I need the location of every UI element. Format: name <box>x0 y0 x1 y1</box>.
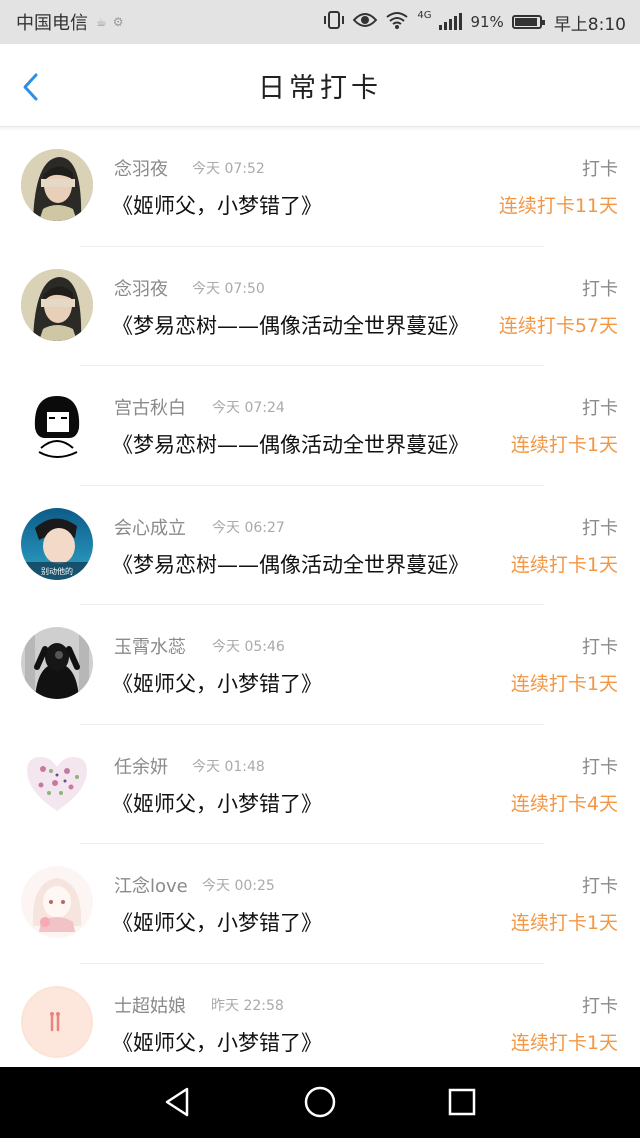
checkin-list-item[interactable]: 玉霄水蕊 今天 05:46 《姬师父，小梦错了》 打卡连续打卡1天 <box>0 605 640 725</box>
checkin-time: 昨天 22:58 <box>211 997 284 1014</box>
checkin-time: 今天 01:48 <box>192 758 265 775</box>
checkin-label: 打卡 <box>582 159 618 180</box>
avatar[interactable] <box>21 985 93 1058</box>
user-name[interactable]: 宫古秋白 <box>114 394 186 420</box>
page-title: 日常打卡 <box>258 72 382 104</box>
triangle-back-icon <box>165 1087 189 1117</box>
checkin-label: 打卡 <box>582 398 618 419</box>
checkin-time: 今天 07:50 <box>192 280 265 297</box>
book-title[interactable]: 《姬师父，小梦错了》 <box>112 1027 322 1057</box>
book-title[interactable]: 《姬师父，小梦错了》 <box>112 788 322 818</box>
user-name[interactable]: 江念love <box>114 872 188 898</box>
avatar-image <box>21 985 93 1058</box>
square-recents-icon <box>448 1088 476 1116</box>
streak-badge: 连续打卡1天 <box>510 673 618 695</box>
book-title[interactable]: 《姬师父，小梦错了》 <box>112 190 322 220</box>
checkin-list-item[interactable]: 念羽夜 今天 07:50 《梦易恋树——偶像活动全世界蔓延》 打卡连续打卡57天 <box>0 247 640 366</box>
checkin-label: 打卡 <box>582 278 618 300</box>
carrier-name: 中国电信 <box>16 13 88 34</box>
checkin-time: 今天 00:25 <box>202 878 275 894</box>
checkin-list-item[interactable]: 士超姑娘 昨天 22:58 《姬师父，小梦错了》 打卡连续打卡1天 <box>0 964 640 1068</box>
book-title[interactable]: 《梦易恋树——偶像活动全世界蔓延》 <box>112 549 469 579</box>
avatar[interactable] <box>21 627 93 699</box>
avatar[interactable] <box>21 268 93 341</box>
svg-text:别动他的: 别动他的 <box>41 566 73 576</box>
user-name[interactable]: 会心成立 <box>114 514 186 540</box>
checkin-list-item[interactable]: 任余妍 今天 01:48 《姬师父，小梦错了》 打卡连续打卡4天 <box>0 725 640 844</box>
vibrate-icon <box>323 10 345 35</box>
checkin-list-item[interactable]: 念羽夜 今天 07:52 《姬师父，小梦错了》 打卡连续打卡11天 <box>0 127 640 247</box>
avatar[interactable] <box>21 746 93 819</box>
checkin-time: 今天 07:52 <box>192 161 265 177</box>
clock: 早上8:10 <box>553 14 626 35</box>
book-title[interactable]: 《梦易恋树——偶像活动全世界蔓延》 <box>112 310 469 340</box>
avatar-image <box>21 388 93 460</box>
circle-home-icon <box>304 1086 336 1118</box>
battery-percent: 91% <box>470 13 504 31</box>
user-name[interactable]: 士超姑娘 <box>114 992 186 1018</box>
checkin-list-item[interactable]: 宫古秋白 今天 07:24 《梦易恋树——偶像活动全世界蔓延》 打卡连续打卡1天 <box>0 366 640 486</box>
chevron-left-icon <box>23 73 38 101</box>
battery-fill <box>514 18 537 26</box>
streak-badge: 连续打卡1天 <box>510 434 618 456</box>
battery-icon <box>511 15 545 29</box>
checkin-label: 打卡 <box>582 517 618 539</box>
avatar[interactable] <box>21 866 93 938</box>
checkin-time: 今天 06:27 <box>212 519 285 536</box>
avatar[interactable] <box>21 149 93 221</box>
checkin-label: 打卡 <box>582 876 618 897</box>
checkin-time: 今天 05:46 <box>212 639 285 655</box>
checkin-time: 今天 07:24 <box>212 400 285 416</box>
notification-icons: ☕⚙ <box>96 15 130 29</box>
book-title[interactable]: 《姬师父，小梦错了》 <box>112 907 322 937</box>
avatar[interactable] <box>21 388 93 460</box>
signal-icon <box>439 13 463 30</box>
checkin-label: 打卡 <box>582 995 618 1017</box>
checkin-list: 念羽夜 今天 07:52 《姬师父，小梦错了》 打卡 连续打卡11天 念羽夜 今天 07:5… <box>0 127 640 1067</box>
avatar-image <box>21 149 93 221</box>
checkin-list-item[interactable]: 江念love 今天 00:25 《姬师父，小梦错了》 打卡连续打卡1天 <box>0 844 640 964</box>
user-name[interactable]: 玉霄水蕊 <box>114 633 186 659</box>
streak-badge: 连续打卡4天 <box>510 792 618 815</box>
streak-badge: 连续打卡1天 <box>510 1031 618 1054</box>
streak-badge: 连续打卡1天 <box>510 553 618 576</box>
back-button[interactable] <box>20 72 42 102</box>
system-nav-bar <box>0 1067 640 1138</box>
page-header: 日常打卡 <box>0 44 640 127</box>
network-type: 4G <box>417 9 432 21</box>
user-name[interactable]: 念羽夜 <box>114 275 168 301</box>
avatar-image <box>21 746 93 819</box>
nav-recents-button[interactable] <box>445 1085 479 1119</box>
streak-badge: 连续打卡11天 <box>498 195 618 217</box>
eye-icon <box>352 11 378 34</box>
avatar-image: 别动他的 <box>21 507 93 580</box>
avatar[interactable]: 别动他的 <box>21 507 93 580</box>
checkin-label: 打卡 <box>582 637 618 658</box>
checkin-list-item[interactable]: 别动他的 会心成立 今天 06:27 《梦易恋树——偶像活动全世界蔓延》 打卡连续打卡1… <box>0 486 640 605</box>
avatar-image <box>21 268 93 341</box>
status-bar: 中国电信 ☕⚙ 4G 91% 早上8:10 <box>0 0 640 44</box>
user-name[interactable]: 任余妍 <box>114 753 168 779</box>
wifi-icon <box>385 11 409 34</box>
book-title[interactable]: 《姬师父，小梦错了》 <box>112 668 322 698</box>
book-title[interactable]: 《梦易恋树——偶像活动全世界蔓延》 <box>112 429 469 459</box>
nav-back-button[interactable] <box>161 1085 195 1119</box>
streak-badge: 连续打卡57天 <box>498 314 618 337</box>
avatar-image <box>21 627 93 699</box>
nav-home-button[interactable] <box>303 1085 337 1119</box>
streak-badge: 连续打卡1天 <box>510 912 618 934</box>
status-icons: 4G 91% 早上8:10 <box>323 10 626 35</box>
checkin-label: 打卡 <box>582 756 618 778</box>
user-name[interactable]: 念羽夜 <box>114 155 168 181</box>
avatar-image <box>21 866 93 938</box>
